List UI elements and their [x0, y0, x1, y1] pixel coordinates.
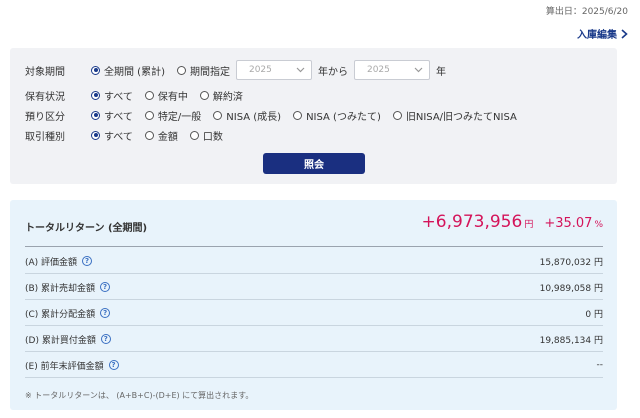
deposit-option-specific[interactable]: 特定/一般: [144, 108, 202, 123]
holding-option-label: すべて: [104, 91, 133, 103]
radio-icon: [91, 65, 100, 75]
metric-row-e: (E) 前年末評価金額 ? --: [25, 353, 603, 378]
radio-icon: [176, 65, 186, 75]
total-return-unit: 円: [524, 220, 534, 230]
holding-row: 保有状況 すべて 保有中 解約済: [25, 87, 255, 103]
period-from-value: 2025: [248, 65, 272, 75]
help-icon[interactable]: ?: [108, 360, 119, 370]
chevron-down-icon: [296, 67, 305, 73]
period-specified-option[interactable]: 期間指定: [176, 63, 230, 78]
metric-row-b: (B) 累計売却金額 ? 10,989,058 円: [25, 275, 603, 300]
trade-option-amount[interactable]: 金額: [144, 128, 178, 143]
total-return-pct-unit: %: [594, 220, 603, 230]
metric-label-text: (D) 累計買付金額: [25, 335, 96, 346]
holding-option-label: 保有中: [157, 91, 188, 103]
result-panel: トータルリターン (全期間) +6,973,956 円 +35.07 % (A)…: [10, 200, 617, 410]
metric-label-text: (E) 前年末評価金額: [25, 361, 104, 372]
radio-icon: [91, 110, 100, 120]
metric-row-d: (D) 累計買付金額 ? 19,885,134 円: [25, 327, 603, 352]
radio-icon: [392, 110, 402, 120]
calc-date: 算出日：2025/6/20: [545, 7, 628, 17]
metric-value: 19,885,134 円: [539, 335, 603, 346]
search-button[interactable]: 照会: [263, 153, 365, 174]
radio-icon: [213, 110, 223, 120]
period-to-text: 年: [435, 66, 446, 78]
deposit-row: 預り区分 すべて 特定/一般 NISA (成長) NISA (つみたて) 旧NI…: [25, 107, 517, 123]
period-all-label: 全期間 (累計): [104, 66, 165, 78]
holding-option-holding[interactable]: 保有中: [144, 88, 188, 103]
deposit-option-label: NISA (成長): [226, 111, 282, 123]
period-to-value: 2025: [366, 65, 390, 75]
radio-icon: [91, 130, 100, 140]
holding-option-label: 解約済: [212, 91, 243, 103]
trade-label: 取引種別: [25, 131, 65, 143]
help-icon[interactable]: ?: [100, 308, 111, 318]
radio-icon: [199, 90, 209, 100]
help-icon[interactable]: ?: [100, 282, 111, 292]
trade-option-all[interactable]: すべて: [91, 128, 133, 143]
metric-value: 10,989,058 円: [539, 283, 603, 294]
radio-icon: [91, 90, 100, 100]
period-to-select[interactable]: 2025: [353, 60, 430, 80]
total-return-values: +6,973,956 円 +35.07 %: [422, 212, 603, 232]
deposit-option-all[interactable]: すべて: [91, 108, 133, 123]
metric-value: 15,870,032 円: [539, 257, 603, 268]
total-return-pct: +35.07: [544, 216, 593, 231]
deposit-option-label: 特定/一般: [157, 111, 202, 123]
period-row: 対象期間 全期間 (累計) 期間指定 2025 年から 2025 年: [25, 60, 452, 80]
period-label: 対象期間: [25, 66, 65, 78]
trade-option-units[interactable]: 口数: [189, 128, 223, 143]
radio-icon: [189, 130, 199, 140]
deposit-option-old-nisa[interactable]: 旧NISA/旧つみたてNISA: [392, 108, 517, 123]
topbar: 算出日：2025/6/20 入庫編集: [546, 4, 628, 41]
radio-icon: [144, 90, 154, 100]
help-icon[interactable]: ?: [100, 334, 111, 344]
period-all-option[interactable]: 全期間 (累計): [91, 63, 165, 78]
deposit-label: 預り区分: [25, 111, 65, 123]
metric-label: (B) 累計売却金額 ?: [25, 281, 111, 294]
holding-label: 保有状況: [25, 91, 65, 103]
deposit-option-label: NISA (つみたて): [306, 111, 381, 123]
trade-row: 取引種別 すべて 金額 口数: [25, 127, 235, 143]
period-from-text: 年から: [317, 66, 348, 78]
deposit-option-nisa-tsumitate[interactable]: NISA (つみたて): [293, 108, 381, 123]
metric-row-a: (A) 評価金額 ? 15,870,032 円: [25, 249, 603, 274]
metric-label: (A) 評価金額 ?: [25, 255, 93, 268]
metric-label: (C) 累計分配金額 ?: [25, 307, 111, 320]
metric-row-c: (C) 累計分配金額 ? 0 円: [25, 301, 603, 326]
metric-value: --: [596, 360, 604, 370]
radio-icon: [144, 110, 154, 120]
trade-option-label: 口数: [202, 131, 223, 143]
metric-label-text: (B) 累計売却金額: [25, 283, 96, 294]
deposit-option-nisa-growth[interactable]: NISA (成長): [213, 108, 281, 123]
chevron-down-icon: [414, 67, 423, 73]
divider: [25, 246, 603, 247]
metric-label-text: (A) 評価金額: [25, 257, 78, 268]
metric-label: (D) 累計買付金額 ?: [25, 333, 111, 346]
footnote: ※ トータルリターンは、 (A+B+C)-(D+E) にて算出されます。: [25, 391, 254, 400]
chevron-right-icon: [621, 28, 628, 39]
metric-label-text: (C) 累計分配金額: [25, 309, 96, 320]
radio-icon: [144, 130, 154, 140]
trade-option-label: すべて: [104, 131, 133, 143]
period-from-select[interactable]: 2025: [235, 60, 312, 80]
radio-icon: [293, 110, 303, 120]
holding-option-closed[interactable]: 解約済: [199, 88, 243, 103]
metric-label: (E) 前年末評価金額 ?: [25, 359, 119, 372]
deposit-option-label: 旧NISA/旧つみたてNISA: [405, 111, 517, 123]
total-return-label: トータルリターン (全期間): [25, 223, 148, 234]
holding-option-all[interactable]: すべて: [91, 88, 133, 103]
total-return-amount: +6,973,956: [421, 212, 523, 232]
deposit-option-label: すべて: [104, 111, 133, 123]
trade-option-label: 金額: [157, 131, 178, 143]
help-icon[interactable]: ?: [82, 256, 93, 266]
period-specified-label: 期間指定: [189, 66, 230, 78]
edit-link[interactable]: 入庫編集: [577, 26, 628, 41]
metric-value: 0 円: [585, 309, 603, 320]
edit-link-label: 入庫編集: [577, 30, 617, 41]
